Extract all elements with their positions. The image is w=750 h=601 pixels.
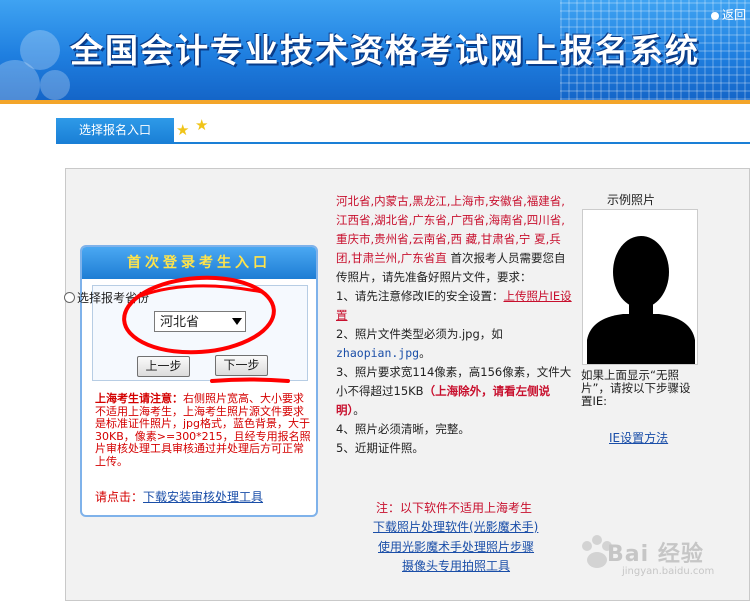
home-icon: [710, 11, 719, 20]
radio-button[interactable]: [64, 292, 75, 303]
tab-underline: [56, 142, 750, 144]
first-login-box: 首次登录考生入口: [80, 245, 318, 517]
download-row: 请点击：下载安装审核处理工具: [95, 488, 263, 505]
province-radio[interactable]: 选择报考省份: [64, 289, 149, 306]
software-note: 注：以下软件不适用上海考生: [376, 501, 533, 515]
req-item-4: 4、照片必须清晰，完整。: [336, 422, 470, 436]
watermark-brand: Bai 经验: [607, 542, 704, 567]
notice-title: 上海考生请注意：: [95, 392, 183, 405]
return-link[interactable]: 返回: [710, 6, 746, 23]
next-step-button[interactable]: 下一步: [215, 355, 268, 376]
site-title: 全国会计专业技术资格考试网上报名系统: [70, 31, 700, 70]
camera-tool-link[interactable]: 摄像头专用拍照工具: [402, 557, 510, 574]
login-box-header: 首次登录考生入口: [82, 247, 316, 279]
return-label: 返回: [721, 8, 746, 22]
watermark-url: jingyan.baidu.com: [622, 566, 715, 577]
req-item-1: 1、请先注意修改IE的安全设置：: [336, 289, 504, 303]
banner-decoration: [40, 70, 70, 100]
download-prefix: 请点击：: [95, 490, 144, 504]
req-item-3-suffix: 。: [353, 403, 365, 417]
province-selected-value: 河北省: [160, 315, 200, 330]
download-tool-link[interactable]: 下载安装审核处理工具: [143, 490, 263, 504]
photo-requirements: 河北省,内蒙古,黑龙江,上海市,安徽省,福建省,江西省,湖北省,广东省,广西省,…: [336, 192, 576, 458]
req-item-2-suffix: 。: [419, 346, 431, 360]
header-divider: [0, 100, 750, 104]
photo-processing-steps-link[interactable]: 使用光影魔术手处理照片步骤: [378, 538, 534, 555]
chevron-down-icon: [232, 318, 242, 325]
radio-label: 选择报考省份: [77, 291, 150, 305]
person-silhouette-icon: [587, 236, 695, 364]
download-photo-software-link[interactable]: 下载照片处理软件(光影魔术手): [373, 518, 538, 535]
sample-photo: [582, 209, 698, 365]
example-filename: zhaopian.jpg: [336, 346, 420, 360]
prev-step-button[interactable]: 上一步: [137, 356, 190, 377]
no-photo-note: 如果上面显示“无照片”，请按以下步骤设置IE:: [581, 368, 691, 408]
province-select[interactable]: 河北省: [154, 311, 246, 332]
req-item-5: 5、近期证件照。: [336, 441, 424, 455]
star-icon: ★: [176, 121, 190, 139]
tab-select-entry[interactable]: 选择报名入口: [56, 118, 174, 143]
star-icon: ★: [195, 116, 209, 134]
ie-setup-link[interactable]: IE设置方法: [609, 429, 668, 446]
req-item-2: 2、照片文件类型必须为.jpg，如: [336, 327, 503, 341]
shanghai-notice: 上海考生请注意：右侧照片宽高、大小要求不适用上海考生，上海考生照片源文件要求是标…: [95, 392, 313, 468]
sample-photo-label: 示例照片: [607, 193, 656, 207]
header-banner: 全国会计专业技术资格考试网上报名系统 返回: [0, 0, 750, 100]
